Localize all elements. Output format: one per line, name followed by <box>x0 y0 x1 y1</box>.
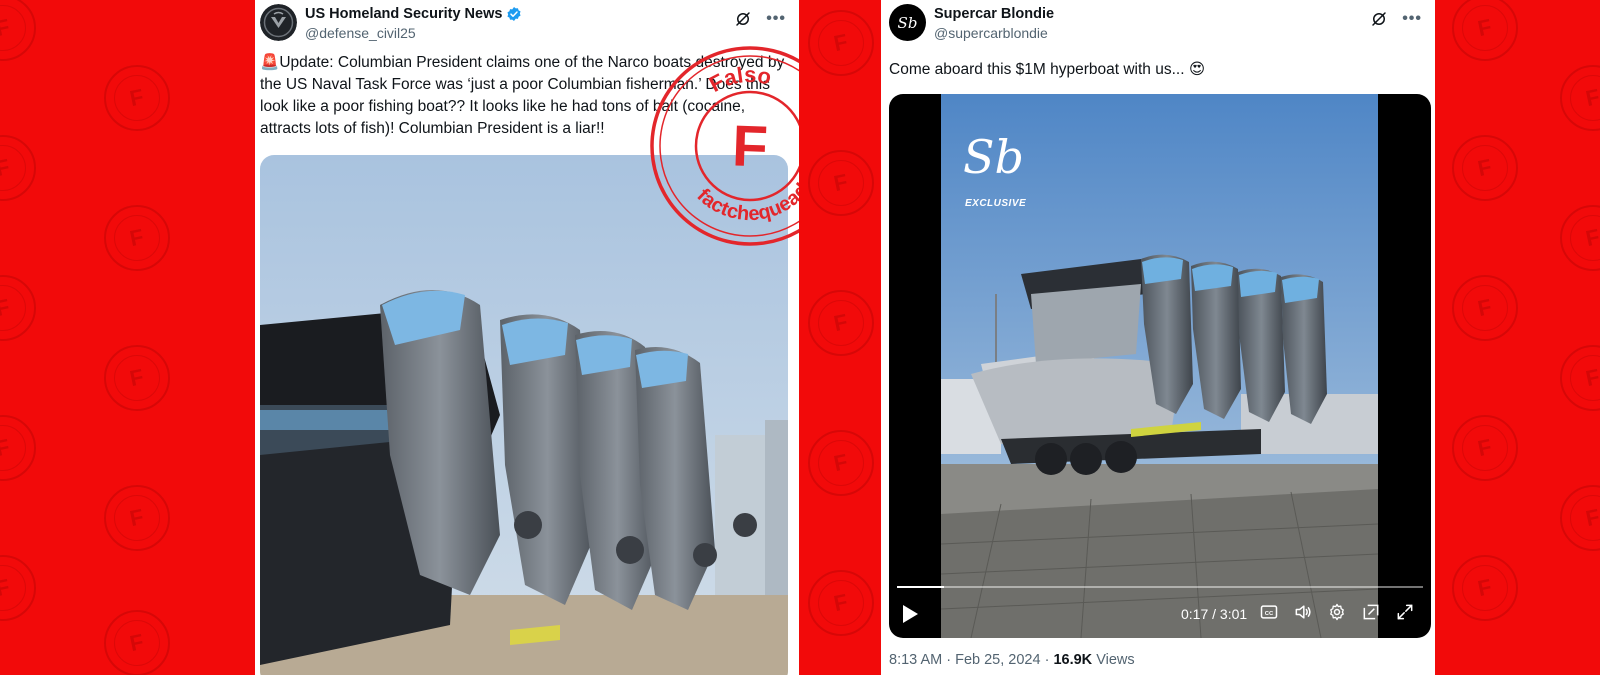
watermark-stamp-icon: F <box>1560 485 1600 551</box>
author-handle[interactable]: @defense_civil25 <box>305 25 416 41</box>
watermark-stamp-icon: F <box>1452 0 1518 61</box>
brand-watermark: Sb <box>963 130 1024 184</box>
tweet-body: Update: Columbian President claims one o… <box>260 54 785 137</box>
more-icon[interactable]: ••• <box>766 11 786 27</box>
video-progress-bar[interactable] <box>897 586 1423 588</box>
fullscreen-icon[interactable] <box>1395 602 1415 622</box>
watermark-stamp-icon: F <box>808 290 874 356</box>
video-time: 0:17 / 3:01 <box>1181 606 1248 622</box>
watermark-stamp-icon: F <box>0 415 36 481</box>
shield-logo-icon <box>260 4 297 41</box>
watermark-stamp-icon: F <box>104 65 170 131</box>
left-tweet-card: US Homeland Security News @defense_civil… <box>255 0 799 675</box>
watermark-stamp-icon: F <box>1560 205 1600 271</box>
watermark-stamp-icon: F <box>808 10 874 76</box>
watermark-stamp-icon: F <box>0 0 36 61</box>
exclusive-badge: EXCLUSIVE <box>965 198 1027 209</box>
svg-text:CC: CC <box>1265 611 1274 617</box>
verified-badge-icon <box>507 7 521 21</box>
views-label: Views <box>1096 652 1135 668</box>
grok-icon[interactable] <box>1370 10 1388 28</box>
post-date[interactable]: Feb 25, 2024 <box>955 652 1040 668</box>
watermark-stamp-icon: F <box>104 610 170 675</box>
watermark-stamp-icon: F <box>1452 275 1518 341</box>
picture-in-picture-icon[interactable] <box>1361 602 1381 622</box>
right-tweet-card: Sb Supercar Blondie @supercarblondie •••… <box>881 0 1435 675</box>
watermark-stamp-icon: F <box>1560 65 1600 131</box>
watermark-stamp-icon: F <box>0 275 36 341</box>
video-player[interactable]: Sb EXCLUSIVE 0:17 / 3:01 CC <box>889 94 1431 638</box>
volume-icon[interactable] <box>1293 602 1313 622</box>
avatar[interactable] <box>260 4 297 41</box>
watermark-stamp-icon: F <box>1452 555 1518 621</box>
captions-icon[interactable]: CC <box>1259 602 1279 622</box>
watermark-stamp-icon: F <box>808 430 874 496</box>
watermark-stamp-icon: F <box>1452 415 1518 481</box>
watermark-stamp-icon: F <box>0 555 36 621</box>
author-name[interactable]: Supercar Blondie <box>934 6 1054 22</box>
views-count: 16.9K <box>1053 652 1093 668</box>
avatar[interactable]: Sb <box>889 4 926 41</box>
watermark-stamp-icon: F <box>1452 135 1518 201</box>
tweet-header: Sb Supercar Blondie @supercarblondie ••• <box>889 4 1430 44</box>
siren-emoji-icon: 🚨 <box>260 54 280 71</box>
meta-separator: · <box>1040 652 1054 668</box>
watermark-stamp-icon: F <box>104 485 170 551</box>
tweet-meta: 8:13 AM · Feb 25, 2024 · 16.9K Views <box>889 652 1135 668</box>
watermark-stamp-icon: F <box>104 205 170 271</box>
tweet-text: 🚨Update: Columbian President claims one … <box>260 52 790 140</box>
grok-icon[interactable] <box>734 10 752 28</box>
watermark-stamp-icon: F <box>808 570 874 636</box>
avatar-initials: Sb <box>897 13 918 32</box>
play-icon[interactable] <box>901 604 919 624</box>
meta-separator: · <box>942 652 956 668</box>
tweet-text: Come aboard this $1M hyperboat with us..… <box>889 61 1205 78</box>
author-name[interactable]: US Homeland Security News <box>305 6 502 22</box>
watermark-stamp-icon: F <box>104 345 170 411</box>
video-controls: 0:17 / 3:01 CC <box>889 596 1431 632</box>
post-time[interactable]: 8:13 AM <box>889 652 942 668</box>
watermark-stamp-icon: F <box>808 150 874 216</box>
tweet-header: US Homeland Security News @defense_civil… <box>260 4 794 44</box>
watermark-stamp-icon: F <box>1560 345 1600 411</box>
author-handle[interactable]: @supercarblondie <box>934 25 1048 41</box>
watermark-stamp-icon: F <box>0 135 36 201</box>
video-progress-fill <box>897 586 945 588</box>
outboard-boat-photo <box>260 155 788 675</box>
tweet-photo[interactable] <box>260 155 788 675</box>
settings-gear-icon[interactable] <box>1327 602 1347 622</box>
more-icon[interactable]: ••• <box>1402 11 1422 27</box>
video-frame[interactable]: Sb EXCLUSIVE <box>941 94 1378 638</box>
